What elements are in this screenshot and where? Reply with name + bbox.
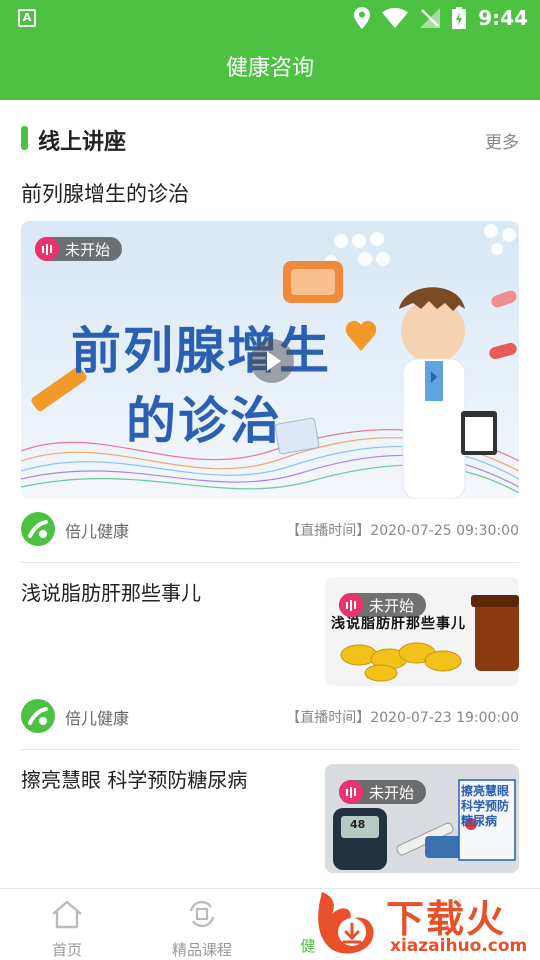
more-link[interactable]: 更多 [485, 128, 519, 153]
clock: 9:44 [478, 6, 528, 30]
status-badge: 未开始 [339, 593, 427, 617]
cover-title-line2: 的诊治 [126, 392, 282, 450]
flame-logo-icon [318, 892, 374, 954]
nav-home-label: 首页 [51, 941, 82, 959]
battery-icon [452, 7, 467, 29]
lecture-meta-row: 倍儿健康 【直播时间】2020-07-23 19:00:00 [21, 699, 519, 735]
status-badge-label: 未开始 [369, 783, 415, 802]
featured-meta-row: 倍儿健康 【直播时间】2020-07-25 09:30:00 [21, 512, 519, 548]
org-logo-icon [21, 699, 55, 733]
lecture-thumbnail[interactable]: 48 擦亮慧眼科学预防糖尿病 未开始 [325, 764, 519, 873]
status-bar: A 9:44 [0, 0, 540, 36]
nav-courses-label: 精品课程 [171, 941, 232, 959]
section-accent-bar [21, 126, 28, 150]
broadcast-time: 【直播时间】2020-07-25 09:30:00 [286, 523, 519, 539]
meter-reading: 48 [350, 818, 366, 831]
broadcast-time: 【直播时间】2020-07-23 19:00:00 [286, 710, 519, 726]
home-icon [52, 900, 82, 929]
section-header: 线上讲座 更多 [0, 112, 540, 164]
live-stats-icon [339, 593, 363, 617]
status-badge-label: 未开始 [65, 240, 111, 259]
divider [21, 562, 519, 563]
location-icon [354, 7, 371, 29]
org-name: 倍儿健康 [65, 709, 130, 728]
app-bar: A 9:44 健康咨询 [0, 0, 540, 100]
watermark-logo: 下载火 xiazaihuo.com [314, 886, 534, 958]
watermark-brand: 下载火 [386, 897, 507, 941]
section-title: 线上讲座 [38, 130, 127, 155]
org-logo-icon [21, 512, 55, 546]
live-stats-icon [35, 237, 59, 261]
live-stats-icon [339, 780, 363, 804]
status-badge: 未开始 [35, 237, 123, 261]
org-name: 倍儿健康 [65, 522, 130, 541]
play-button[interactable] [250, 339, 294, 383]
lecture-title[interactable]: 擦亮慧眼 科学预防糖尿病 [21, 764, 247, 793]
featured-lecture-title[interactable]: 前列腺增生的诊治 [21, 178, 189, 208]
featured-lecture-cover[interactable]: 前列腺增生 的诊治 未开始 [21, 221, 519, 499]
status-badge-label: 未开始 [369, 596, 415, 615]
nav-courses[interactable]: 精品课程 [152, 899, 252, 960]
status-badge: 未开始 [339, 780, 427, 804]
nav-home[interactable]: 首页 [17, 899, 117, 960]
lecture-thumbnail[interactable]: 浅说脂肪肝那些事儿 未开始 [325, 577, 519, 686]
thumbnail-caption: 擦亮慧眼科学预防糖尿病 [461, 784, 510, 828]
divider [21, 749, 519, 750]
lecture-title[interactable]: 浅说脂肪肝那些事儿 [21, 577, 201, 606]
courses-icon [189, 900, 215, 928]
notification-icon: A [18, 9, 36, 27]
cover-title-line1: 前列腺增生 [71, 322, 331, 380]
watermark-url: xiazaihuo.com [390, 936, 528, 956]
page-title: 健康咨询 [225, 56, 314, 81]
signal-off-icon [420, 8, 441, 28]
wifi-icon [382, 8, 409, 28]
